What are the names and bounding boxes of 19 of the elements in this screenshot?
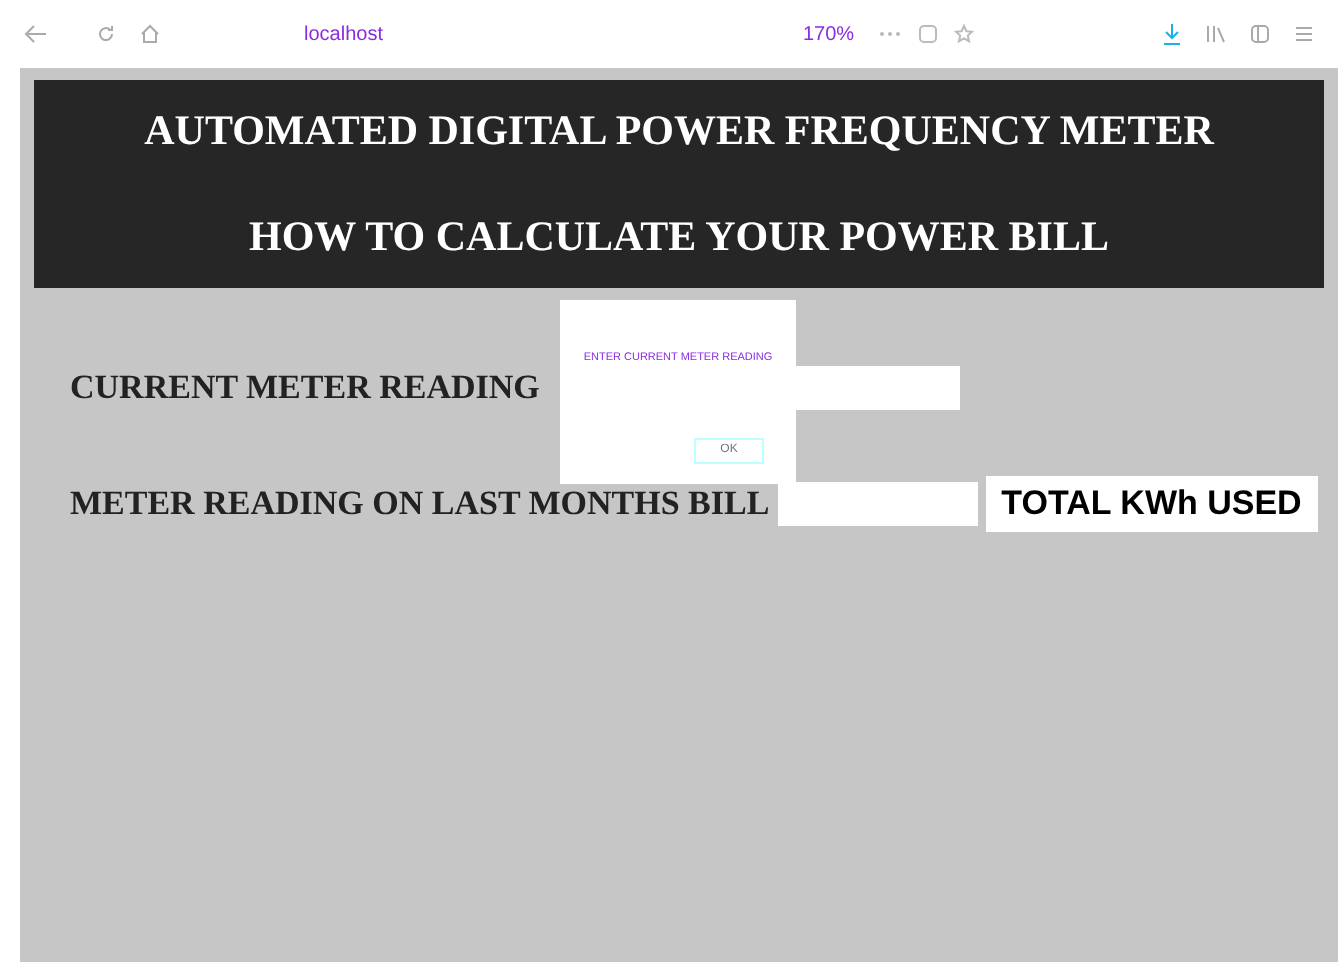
field-label: CURRENT METER READING [70, 366, 542, 411]
page-title: AUTOMATED DIGITAL POWER FREQUENCY METER [144, 103, 1214, 157]
zoom-level[interactable]: 170% [802, 19, 855, 49]
download-icon[interactable] [1162, 22, 1182, 46]
reload-icon[interactable] [96, 24, 116, 44]
field-label: METER READING ON LAST MONTHS BILL [70, 482, 770, 527]
star-icon[interactable] [954, 24, 975, 44]
page-subtitle: HOW TO CALCULATE YOUR POWER BILL [249, 210, 1109, 264]
input-field[interactable] [777, 482, 978, 526]
sidebar-icon[interactable] [1250, 24, 1270, 44]
menu-icon[interactable] [1294, 24, 1314, 44]
pocket-icon[interactable] [918, 24, 939, 44]
more-icon[interactable] [878, 30, 903, 38]
back-icon[interactable] [24, 24, 48, 44]
input-field[interactable] [796, 366, 960, 410]
library-icon[interactable] [1206, 24, 1226, 44]
home-icon[interactable] [140, 24, 160, 44]
address-bar[interactable]: localhost [304, 19, 383, 49]
total-button[interactable]: TOTAL KWh USED [985, 476, 1318, 532]
